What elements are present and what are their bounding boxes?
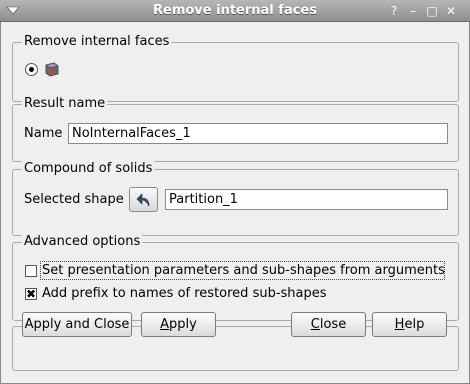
mode-group-title: Remove internal faces xyxy=(22,34,172,50)
shape-icon xyxy=(45,62,59,77)
add-prefix-label[interactable]: Add prefix to names of restored sub-shap… xyxy=(42,286,327,302)
compound-title: Compound of solids xyxy=(22,161,155,177)
help-button[interactable]: Help xyxy=(372,312,447,337)
selected-shape-input[interactable]: Partition_1 xyxy=(165,189,448,210)
close-window-button[interactable]: ✕ xyxy=(443,3,459,19)
result-name-group: Result name Name NoInternalFaces_1 xyxy=(12,96,459,162)
apply-rest: pply xyxy=(169,317,197,332)
name-label: Name xyxy=(24,126,63,141)
presentation-params-checkbox[interactable] xyxy=(25,265,37,277)
presentation-params-label[interactable]: Set presentation parameters and sub-shap… xyxy=(42,263,445,279)
select-shape-button[interactable] xyxy=(129,187,158,212)
advanced-title: Advanced options xyxy=(22,234,143,250)
close-mnemonic: C xyxy=(310,317,320,332)
name-input[interactable]: NoInternalFaces_1 xyxy=(68,123,448,144)
selected-shape-label: Selected shape xyxy=(24,192,124,207)
help-title-button[interactable]: ? xyxy=(386,3,402,19)
apply-and-close-button[interactable]: Apply and Close xyxy=(22,312,132,337)
close-rest: lose xyxy=(319,317,347,332)
maximize-button[interactable]: □ xyxy=(424,3,440,19)
help-rest: elp xyxy=(404,317,425,332)
close-button[interactable]: Close xyxy=(291,312,366,337)
apply-button[interactable]: Apply xyxy=(141,312,216,337)
title-bar[interactable]: Remove internal faces ? – □ ✕ xyxy=(0,0,470,22)
select-arrow-icon xyxy=(136,193,150,207)
mode-group: Remove internal faces xyxy=(12,34,459,102)
apply-mnemonic: A xyxy=(160,317,170,332)
result-name-title: Result name xyxy=(22,96,108,112)
mode-radio[interactable] xyxy=(25,63,38,76)
advanced-group: Advanced options Set presentation parame… xyxy=(12,234,459,321)
minimize-button[interactable]: – xyxy=(405,3,421,19)
compound-group: Compound of solids Selected shape Partit… xyxy=(12,161,459,236)
add-prefix-checkbox[interactable]: ✖ xyxy=(25,287,37,301)
help-mnemonic: H xyxy=(394,317,405,332)
